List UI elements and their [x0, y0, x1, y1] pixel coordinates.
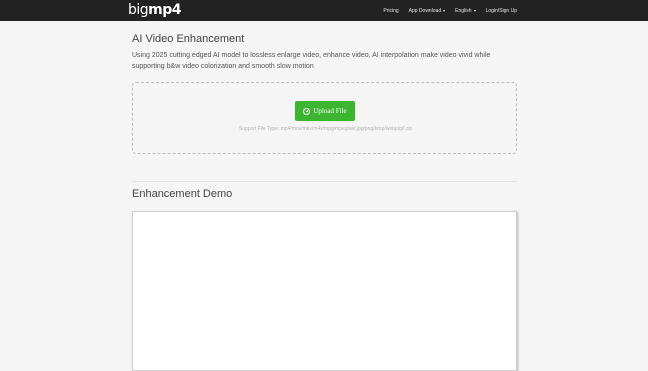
- supported-file-types: Support File Type: mp4/mov/mkv/m4v/mpg/m…: [238, 126, 413, 132]
- page-description: Using 2025 cutting edged AI model to los…: [132, 52, 491, 70]
- nav-login[interactable]: Login/Sign Up: [481, 0, 522, 21]
- nav-menu: Pricing App Download English Login/Sign …: [378, 0, 522, 21]
- brand-logo[interactable]: big mp4: [128, 1, 182, 19]
- nav-app-download-label: App Download: [408, 7, 442, 14]
- nav-pricing[interactable]: Pricing: [378, 0, 403, 21]
- upload-file-button[interactable]: Upload File: [295, 101, 355, 121]
- nav-app-download-dropdown[interactable]: App Download: [404, 0, 451, 21]
- nav-language-dropdown[interactable]: English: [450, 0, 480, 21]
- top-navbar: big mp4 Pricing App Download English Logi…: [0, 0, 648, 21]
- page-title: AI Video Enhancement: [132, 33, 245, 45]
- caret-down-icon: [443, 9, 446, 12]
- nav-language-label: English: [455, 7, 472, 14]
- demo-section-title: Enhancement Demo: [132, 188, 233, 200]
- section-divider: [132, 181, 517, 182]
- nav-login-label: Login/Sign Up: [485, 7, 517, 14]
- plus-circle-icon: [303, 107, 311, 115]
- nav-pricing-label: Pricing: [383, 7, 399, 14]
- upload-dropzone[interactable]: Upload File Support File Type: mp4/mov/m…: [132, 82, 517, 154]
- caret-down-icon: [473, 9, 476, 12]
- upload-button-label: Upload File: [313, 107, 347, 115]
- logo-text-light: big: [128, 2, 149, 18]
- logo-text-bold: mp4: [148, 2, 182, 18]
- demo-video-frame[interactable]: [132, 211, 517, 371]
